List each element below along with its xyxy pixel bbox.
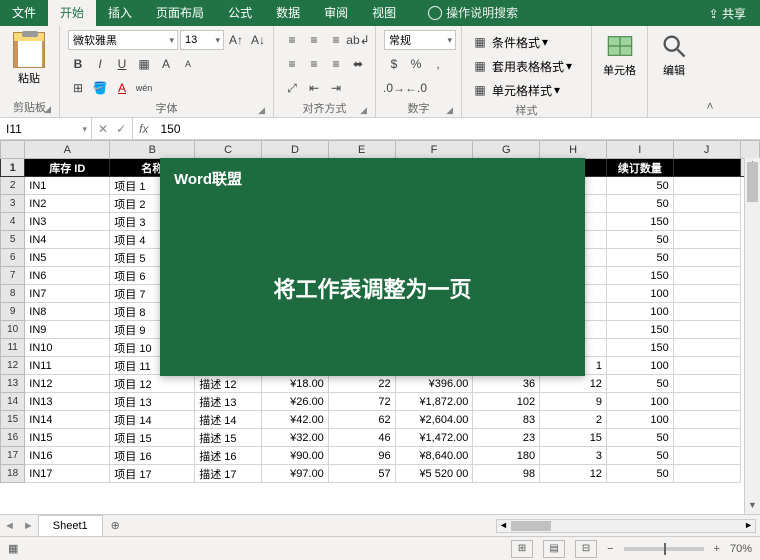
align-center-icon[interactable]: ≡: [304, 54, 324, 74]
collapse-ribbon-icon[interactable]: ˄: [700, 26, 720, 117]
cancel-icon[interactable]: ✕: [98, 122, 108, 136]
tell-me-search[interactable]: 操作说明搜索: [416, 0, 530, 26]
indent-inc-icon[interactable]: ⇥: [326, 78, 346, 98]
decrease-font-icon[interactable]: A↓: [248, 30, 268, 50]
dialog-launcher-icon[interactable]: ◢: [258, 105, 265, 116]
scroll-thumb[interactable]: [747, 162, 758, 202]
underline-icon[interactable]: U: [112, 54, 132, 74]
cells-icon: [606, 32, 634, 60]
zoom-in-icon[interactable]: +: [714, 543, 720, 555]
font-size-select[interactable]: 13: [180, 30, 224, 50]
inc-decimal-icon[interactable]: .0→: [384, 78, 404, 98]
share-button[interactable]: ⇪ 共享: [695, 5, 760, 22]
currency-icon[interactable]: $: [384, 54, 404, 74]
formula-bar: I11 ✕ ✓ fx 150: [0, 118, 760, 140]
dialog-launcher-icon[interactable]: ◢: [44, 104, 51, 115]
phonetic-icon[interactable]: wén: [134, 78, 154, 98]
indent-dec-icon[interactable]: ⇤: [304, 78, 324, 98]
tab-file[interactable]: 文件: [0, 0, 48, 26]
align-middle-icon[interactable]: ≡: [304, 30, 324, 50]
tab-data[interactable]: 数据: [264, 0, 312, 26]
table-format-icon: ▦: [470, 56, 490, 76]
cell-style-icon: ▦: [470, 80, 490, 100]
spreadsheet-grid[interactable]: ABCDEFGHIJ1库存 ID名称续订数量2IN1项目 1503IN2项目 2…: [0, 140, 760, 514]
tab-view[interactable]: 视图: [360, 0, 408, 26]
merge-icon[interactable]: ⬌: [348, 54, 368, 74]
ribbon: 粘贴 剪贴板◢ 微软雅黑13A↑A↓ BIU▦AA ⊞🪣Awén 字体◢ ≡≡≡…: [0, 26, 760, 118]
edit-button[interactable]: 编辑: [656, 30, 692, 78]
border-icon[interactable]: ▦: [134, 54, 154, 74]
tab-formula[interactable]: 公式: [216, 0, 264, 26]
tab-home[interactable]: 开始: [48, 0, 96, 26]
page-break-view-icon[interactable]: ⊟: [575, 540, 597, 558]
tab-insert[interactable]: 插入: [96, 0, 144, 26]
format-as-table-button[interactable]: ▦套用表格格式 ▾: [470, 56, 572, 76]
sheet-nav-next-icon[interactable]: ►: [19, 520, 38, 532]
zoom-slider[interactable]: [624, 547, 704, 551]
tab-review[interactable]: 审阅: [312, 0, 360, 26]
paste-icon: [13, 32, 45, 68]
conditional-format-button[interactable]: ▦条件格式 ▾: [470, 32, 548, 52]
formula-input[interactable]: 150: [154, 118, 760, 139]
bold-icon[interactable]: B: [68, 54, 88, 74]
fx-icon[interactable]: fx: [133, 118, 154, 139]
name-box[interactable]: I11: [0, 118, 92, 139]
scroll-down-icon[interactable]: ▼: [745, 500, 760, 514]
sheet-nav-prev-icon[interactable]: ◄: [0, 520, 19, 532]
number-format-select[interactable]: 常规: [384, 30, 456, 50]
font-name-select[interactable]: 微软雅黑: [68, 30, 178, 50]
font-shrink-icon[interactable]: A: [178, 54, 198, 74]
dialog-launcher-icon[interactable]: ◢: [360, 105, 367, 116]
align-top-icon[interactable]: ≡: [282, 30, 302, 50]
paste-button[interactable]: 粘贴: [8, 30, 50, 86]
normal-view-icon[interactable]: ⊞: [511, 540, 533, 558]
new-sheet-icon[interactable]: ⊕: [103, 519, 128, 532]
vertical-scrollbar[interactable]: ▲ ▼: [744, 158, 760, 514]
overlay-banner: Word联盟 将工作表调整为一页: [160, 158, 585, 376]
sheet-tab[interactable]: Sheet1: [38, 515, 103, 536]
status-bar: ▦ ⊞ ▤ ⊟ − + 70%: [0, 536, 760, 560]
italic-icon[interactable]: I: [90, 54, 110, 74]
lightbulb-icon: [428, 6, 442, 20]
overlay-message: 将工作表调整为一页: [160, 199, 585, 376]
cond-format-icon: ▦: [470, 32, 490, 52]
record-macro-icon[interactable]: ▦: [8, 542, 18, 555]
font-grow-icon[interactable]: A: [156, 54, 176, 74]
menu-bar: 文件 开始 插入 页面布局 公式 数据 审阅 视图 操作说明搜索 ⇪ 共享: [0, 0, 760, 26]
increase-font-icon[interactable]: A↑: [226, 30, 246, 50]
page-layout-view-icon[interactable]: ▤: [543, 540, 565, 558]
horizontal-scrollbar[interactable]: ◄►: [496, 519, 756, 533]
dialog-launcher-icon[interactable]: ◢: [446, 105, 453, 116]
percent-icon[interactable]: %: [406, 54, 426, 74]
comma-icon[interactable]: ,: [428, 54, 448, 74]
find-icon: [660, 32, 688, 60]
cell-styles-button[interactable]: ▦单元格样式 ▾: [470, 80, 560, 100]
align-left-icon[interactable]: ≡: [282, 54, 302, 74]
font-color-icon[interactable]: A: [112, 78, 132, 98]
overlay-brand: Word联盟: [160, 158, 585, 199]
cells-button[interactable]: 单元格: [600, 30, 639, 78]
align-right-icon[interactable]: ≡: [326, 54, 346, 74]
align-bottom-icon[interactable]: ≡: [326, 30, 346, 50]
dec-decimal-icon[interactable]: ←.0: [406, 78, 426, 98]
enter-icon[interactable]: ✓: [116, 122, 126, 136]
wrap-text-icon[interactable]: ab↲: [348, 30, 368, 50]
tab-layout[interactable]: 页面布局: [144, 0, 216, 26]
zoom-level[interactable]: 70%: [730, 543, 752, 555]
border-bottom-icon[interactable]: ⊞: [68, 78, 88, 98]
orientation-icon[interactable]: ⤢: [282, 78, 302, 98]
zoom-out-icon[interactable]: −: [607, 543, 613, 555]
sheet-tab-bar: ◄ ► Sheet1 ⊕ ◄►: [0, 514, 760, 536]
fill-color-icon[interactable]: 🪣: [90, 78, 110, 98]
